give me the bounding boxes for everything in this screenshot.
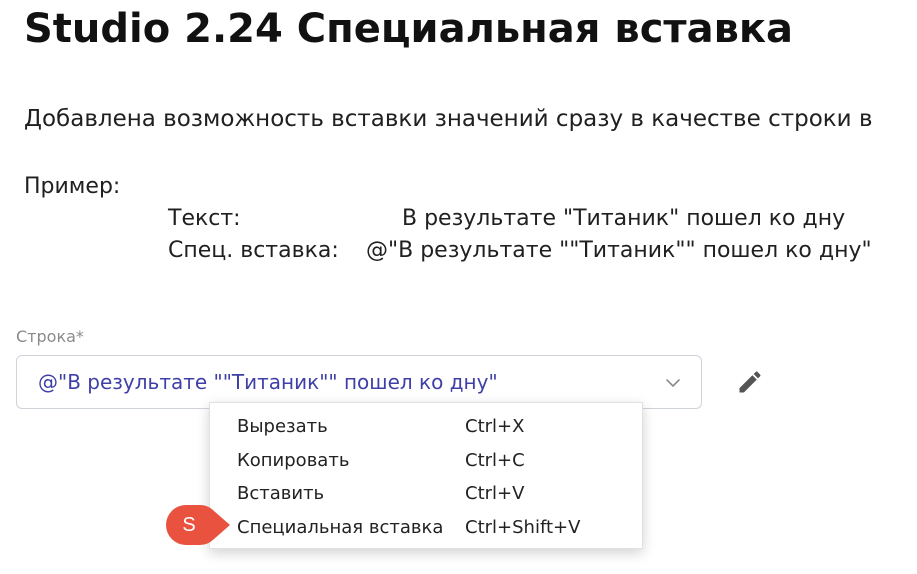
- menu-item-shortcut: Ctrl+V: [465, 483, 525, 504]
- example-key-special-paste: Спец. вставка:: [168, 238, 339, 263]
- example-value-text: В результате "Титаник" пошел ко дну: [402, 206, 846, 231]
- menu-item-paste[interactable]: Вставить Ctrl+V: [210, 476, 642, 509]
- example-label: Пример:: [24, 174, 121, 199]
- menu-item-copy[interactable]: Копировать Ctrl+C: [210, 443, 642, 476]
- menu-item-shortcut: Ctrl+Shift+V: [465, 517, 581, 538]
- description-text: Добавлена возможность вставки значений с…: [24, 106, 873, 132]
- menu-item-label: Копировать: [237, 450, 350, 471]
- context-menu: Вырезать Ctrl+X Копировать Ctrl+C Встави…: [209, 402, 643, 549]
- step-marker-letter: S: [182, 514, 196, 536]
- menu-item-shortcut: Ctrl+X: [465, 416, 525, 437]
- menu-item-shortcut: Ctrl+C: [465, 450, 525, 471]
- menu-item-cut[interactable]: Вырезать Ctrl+X: [210, 409, 642, 442]
- page-title: Studio 2.24 Специальная вставка: [24, 6, 794, 52]
- menu-item-special-paste[interactable]: Специальная вставка Ctrl+Shift+V: [210, 510, 642, 543]
- string-input[interactable]: @"В результате ""Титаник"" пошел ко дну": [16, 355, 702, 409]
- example-key-text: Текст:: [168, 206, 241, 231]
- menu-item-label: Специальная вставка: [237, 517, 444, 538]
- string-field-label: Строка*: [16, 327, 84, 346]
- example-value-special-paste: @"В результате ""Титаник"" пошел ко дну": [366, 238, 872, 263]
- menu-item-label: Вырезать: [237, 416, 328, 437]
- menu-item-label: Вставить: [237, 483, 325, 504]
- pencil-icon[interactable]: [736, 368, 764, 396]
- string-input-value[interactable]: @"В результате ""Титаник"" пошел ко дну": [38, 370, 498, 394]
- chevron-down-icon[interactable]: [663, 373, 683, 393]
